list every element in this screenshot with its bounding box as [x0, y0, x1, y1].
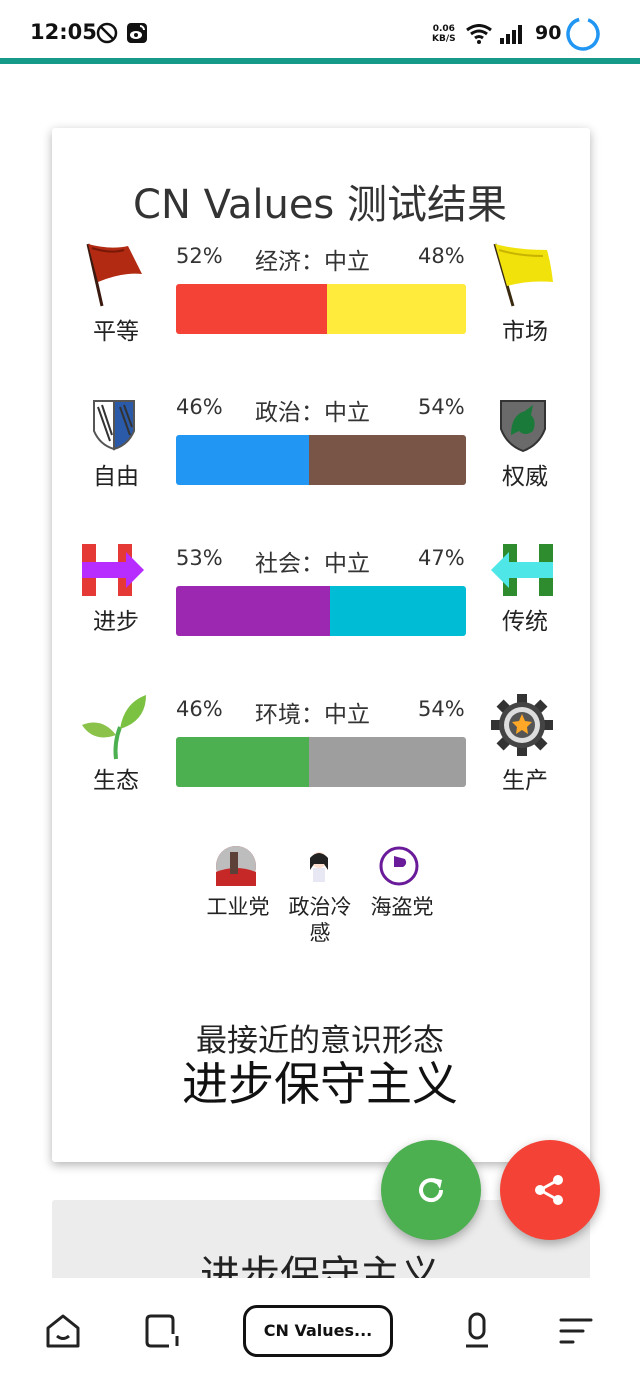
- axis-right-label: 生产: [502, 768, 548, 794]
- menu-icon: [559, 1318, 593, 1344]
- wifi-icon: [466, 24, 492, 48]
- axis-left-label: 自由: [93, 464, 139, 490]
- axis-title: 经济：中立: [255, 249, 370, 275]
- unicorn-shield-icon: [489, 391, 559, 461]
- axis-right-percent: 47%: [418, 546, 465, 570]
- axis-right-label: 传统: [502, 609, 548, 635]
- share-icon: [535, 1175, 563, 1205]
- party-apolitical-label: 政治冷感: [288, 895, 352, 945]
- tabs-button[interactable]: [143, 1312, 181, 1354]
- bar-left-segment: [176, 737, 310, 787]
- yellow-flag-icon: [489, 240, 559, 310]
- axis-right-label: 市场: [502, 319, 548, 345]
- wings-emblem-icon: [80, 391, 150, 461]
- axis-right-percent: 48%: [418, 244, 465, 268]
- page-title: CN Values 测试结果: [133, 182, 507, 228]
- bar-left-segment: [176, 586, 330, 636]
- axis-left-percent: 46%: [176, 395, 223, 419]
- sprout-icon: [80, 693, 150, 763]
- axis-left-label: 平等: [93, 319, 139, 345]
- axis-left-percent: 52%: [176, 244, 223, 268]
- axis-social: 进步 53% 社会：中立 47% 传统: [0, 542, 640, 692]
- signal-icon: [498, 24, 524, 48]
- bar-right-segment: [329, 586, 466, 636]
- network-speed: 0.06 KB/S: [432, 24, 456, 44]
- tabs-icon: [145, 1314, 179, 1348]
- axis-title: 环境：中立: [255, 702, 370, 728]
- battery-level: 90: [535, 22, 562, 44]
- axis-right-label: 权威: [502, 464, 548, 490]
- status-time: 12:05: [30, 20, 97, 44]
- axis-political: 自由 46% 政治：中立 54% 权威: [0, 391, 640, 541]
- weibo-icon: [126, 22, 148, 48]
- axis-left-percent: 53%: [176, 546, 223, 570]
- axis-right-percent: 54%: [418, 395, 465, 419]
- battery-ring-icon: [565, 16, 601, 56]
- home-icon: [46, 1314, 80, 1348]
- bar-left-segment: [176, 284, 327, 334]
- axis-bar: [176, 586, 466, 636]
- party-pirate-avatar: [379, 846, 419, 886]
- do-not-disturb-icon: [96, 22, 118, 48]
- microphone-icon: [466, 1312, 488, 1348]
- bar-left-segment: [176, 435, 310, 485]
- browser-nav-bar: CN Values...: [0, 1278, 640, 1386]
- home-button[interactable]: [44, 1312, 82, 1354]
- refresh-icon: [419, 1178, 444, 1203]
- axis-left-label: 进步: [93, 609, 139, 635]
- axis-right-percent: 54%: [418, 697, 465, 721]
- menu-button[interactable]: [557, 1312, 595, 1354]
- axis-economic: 平等 52% 经济：中立 48% 市场: [0, 240, 640, 390]
- bar-right-segment: [309, 435, 466, 485]
- progress-line: [0, 58, 640, 64]
- axis-bar: [176, 737, 466, 787]
- axis-title: 社会：中立: [255, 551, 370, 577]
- axis-title: 政治：中立: [255, 400, 370, 426]
- party-industrial-label: 工业党: [206, 895, 270, 919]
- voice-search-button[interactable]: [458, 1312, 496, 1354]
- axis-left-percent: 46%: [176, 697, 223, 721]
- axis-environment: 生态 46% 环境：中立 54% 生产: [0, 693, 640, 843]
- bar-right-segment: [309, 737, 466, 787]
- axis-bar: [176, 284, 466, 334]
- closest-ideology-name: 进步保守主义: [182, 1057, 458, 1111]
- bar-right-segment: [326, 284, 466, 334]
- red-flag-icon: [80, 240, 150, 310]
- current-tab-pill[interactable]: CN Values...: [243, 1305, 393, 1357]
- share-button[interactable]: [500, 1140, 600, 1240]
- party-pirate-label: 海盗党: [370, 895, 434, 919]
- axis-left-label: 生态: [93, 768, 139, 794]
- status-bar: 12:05 0.06 KB/S 90: [0, 0, 640, 58]
- party-apolitical-avatar: [299, 846, 339, 886]
- gear-star-icon: [489, 693, 559, 763]
- retake-test-button[interactable]: [381, 1140, 481, 1240]
- axis-bar: [176, 435, 466, 485]
- party-industrial-avatar: [216, 846, 256, 886]
